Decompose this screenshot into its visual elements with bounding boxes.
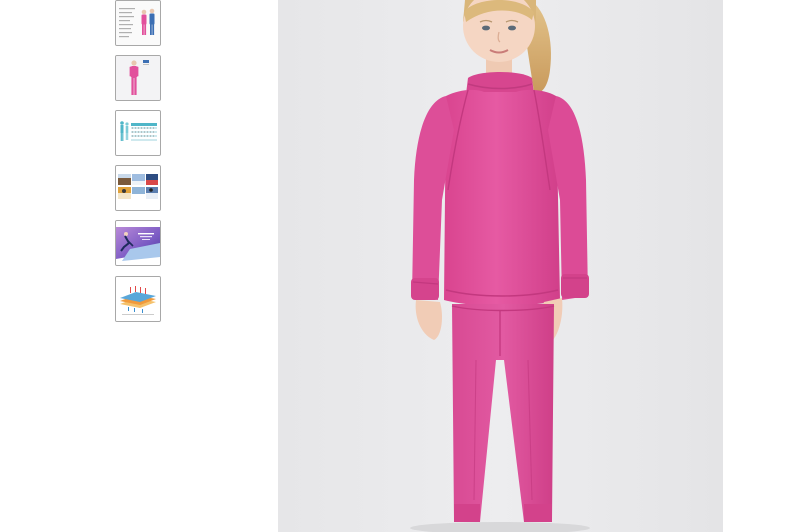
product-image-gallery (0, 0, 800, 532)
thumbnail-3[interactable] (115, 110, 161, 156)
main-product-image[interactable] (278, 0, 723, 532)
size-info-thumbnail-icon (116, 1, 160, 45)
child-in-pink-thermal-underwear-photo (278, 0, 723, 532)
thumbnail-6[interactable] (115, 276, 161, 322)
thumbnail-1[interactable] (115, 0, 161, 46)
fabric-layers-thumbnail-icon (116, 277, 160, 321)
skater-banner-thumbnail-icon (116, 221, 160, 265)
thumbnail-5[interactable] (115, 220, 161, 266)
winter-sports-collage-thumbnail-icon (116, 166, 160, 210)
thumbnail-4[interactable] (115, 165, 161, 211)
thumbnail-2[interactable] (115, 55, 161, 101)
size-chart-thumbnail-icon (116, 111, 160, 155)
girl-pink-thermal-thumbnail-icon (116, 56, 160, 100)
